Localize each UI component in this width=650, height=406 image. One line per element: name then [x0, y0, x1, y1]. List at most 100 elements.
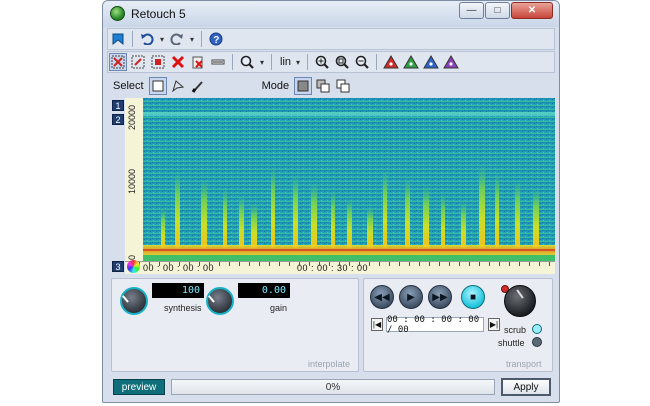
- energy-burst: [175, 171, 180, 248]
- play-button[interactable]: ▶: [399, 285, 423, 309]
- time-tick: [439, 262, 440, 266]
- progress-label: 0%: [325, 381, 341, 393]
- waveform-icon[interactable]: [209, 53, 227, 71]
- time-tick: [209, 262, 210, 266]
- frequency-axis: 20000 10000 0: [125, 98, 144, 261]
- time-tick: [409, 262, 410, 266]
- mode-add-icon[interactable]: [314, 77, 332, 95]
- redo-dropdown-icon[interactable]: ▾: [190, 35, 194, 44]
- bottom-bar: preview 0% Apply: [107, 376, 555, 398]
- time-tick: [429, 262, 430, 266]
- energy-burst: [223, 187, 227, 248]
- scrub-radio[interactable]: [532, 324, 542, 334]
- shuttle-label: shuttle: [498, 338, 525, 348]
- brush-select-icon[interactable]: [189, 77, 207, 95]
- time-tick: [379, 262, 380, 266]
- jog-knob[interactable]: [504, 285, 536, 317]
- main-toolbar: ▾ ▾ ?: [107, 28, 555, 50]
- toolbar-separator: [271, 54, 273, 70]
- blue-marker-icon[interactable]: [422, 53, 440, 71]
- undo-dropdown-icon[interactable]: ▾: [160, 35, 164, 44]
- y-tick-label: 10000: [127, 168, 137, 194]
- track-3-button[interactable]: 3: [112, 261, 124, 272]
- energy-burst: [331, 190, 335, 248]
- time-tick: [199, 262, 200, 266]
- redo-icon[interactable]: [168, 30, 186, 48]
- track-1-button[interactable]: 1: [112, 100, 124, 111]
- close-button[interactable]: ✕: [511, 2, 553, 19]
- energy-burst: [515, 180, 520, 248]
- color-wheel-icon[interactable]: [127, 260, 140, 273]
- help-icon[interactable]: ?: [207, 30, 225, 48]
- time-tick: [319, 262, 320, 266]
- time-tick: [549, 262, 550, 266]
- transport-panel: ◀◀ ▶ ▶▶ ■ |◀ 00 : 00 : 00 : 00 / 00 ▶| s…: [363, 278, 553, 372]
- minimize-button[interactable]: —: [459, 2, 484, 19]
- zoom-icon[interactable]: [238, 53, 256, 71]
- purple-marker-icon[interactable]: [442, 53, 460, 71]
- go-to-end-button[interactable]: ▶|: [488, 318, 500, 331]
- scale-select[interactable]: lin: [280, 56, 291, 68]
- spectrogram-area: 1 2 3 20000 10000 0 00: 00: 00: 00 00…: [107, 98, 555, 274]
- zoom-in-icon[interactable]: [313, 53, 331, 71]
- gain-display[interactable]: 0.00: [238, 283, 290, 298]
- time-tick: [239, 262, 240, 266]
- mode-label: Mode: [261, 80, 290, 92]
- red-marker-icon[interactable]: [382, 53, 400, 71]
- select-label: Select: [113, 80, 144, 92]
- mode-subtract-icon[interactable]: [334, 77, 352, 95]
- scrub-label: scrub: [504, 325, 527, 335]
- toolbar-separator: [307, 54, 309, 70]
- energy-burst: [311, 182, 317, 248]
- time-tick: [159, 262, 160, 266]
- time-tick: [389, 262, 390, 266]
- maximize-button[interactable]: □: [485, 2, 510, 19]
- gain-knob[interactable]: [206, 287, 234, 315]
- preview-button[interactable]: preview: [113, 379, 165, 395]
- energy-burst: [367, 206, 373, 248]
- bookmark-icon[interactable]: [109, 30, 127, 48]
- zoom-dropdown-icon[interactable]: ▾: [260, 58, 264, 67]
- mode-replace-icon[interactable]: [294, 77, 313, 95]
- time-tick: [339, 262, 340, 266]
- time-tick: [189, 262, 190, 266]
- time-tick: [539, 262, 540, 266]
- delete-icon[interactable]: [169, 53, 187, 71]
- track-2-button[interactable]: 2: [112, 114, 124, 125]
- zoom-out-icon[interactable]: [353, 53, 371, 71]
- fast-forward-button[interactable]: ▶▶: [428, 285, 452, 309]
- spectrogram-view[interactable]: [143, 98, 555, 261]
- undo-icon[interactable]: [138, 30, 156, 48]
- timecode-display[interactable]: 00 : 00 : 00 : 00 / 00: [386, 315, 484, 335]
- time-tick: [459, 262, 460, 266]
- select-all-icon[interactable]: [109, 53, 127, 71]
- time-tick: [289, 262, 290, 266]
- rewind-button[interactable]: ◀◀: [370, 285, 394, 309]
- energy-burst: [271, 166, 275, 248]
- energy-burst: [201, 179, 207, 248]
- time-tick: [309, 262, 310, 266]
- transport-label: transport: [506, 359, 542, 369]
- time-tick: [169, 262, 170, 266]
- time-tick: [279, 262, 280, 266]
- apply-button[interactable]: Apply: [501, 378, 551, 396]
- scale-dropdown-icon[interactable]: ▾: [296, 58, 300, 67]
- synthesis-knob[interactable]: [120, 287, 148, 315]
- synthesis-display[interactable]: 100: [152, 283, 204, 298]
- y-tick-label: 20000: [127, 104, 137, 130]
- time-tick: [219, 262, 220, 266]
- go-to-start-button[interactable]: |◀: [371, 318, 383, 331]
- stop-button[interactable]: ■: [461, 285, 485, 309]
- paste-icon[interactable]: [189, 53, 207, 71]
- time-tick: [249, 262, 250, 266]
- cut-selection-icon[interactable]: [149, 53, 167, 71]
- time-mid-label: 00 : 00 : 30 : 00: [297, 263, 369, 273]
- time-tick: [519, 262, 520, 266]
- green-marker-icon[interactable]: [402, 53, 420, 71]
- deselect-icon[interactable]: [129, 53, 147, 71]
- zoom-fit-icon[interactable]: [333, 53, 351, 71]
- lasso-select-icon[interactable]: [169, 77, 187, 95]
- shuttle-radio[interactable]: [532, 337, 542, 347]
- synthesis-panel: 100 synthesis 0.00 gain interpolate: [111, 278, 359, 372]
- rect-select-icon[interactable]: [148, 77, 167, 95]
